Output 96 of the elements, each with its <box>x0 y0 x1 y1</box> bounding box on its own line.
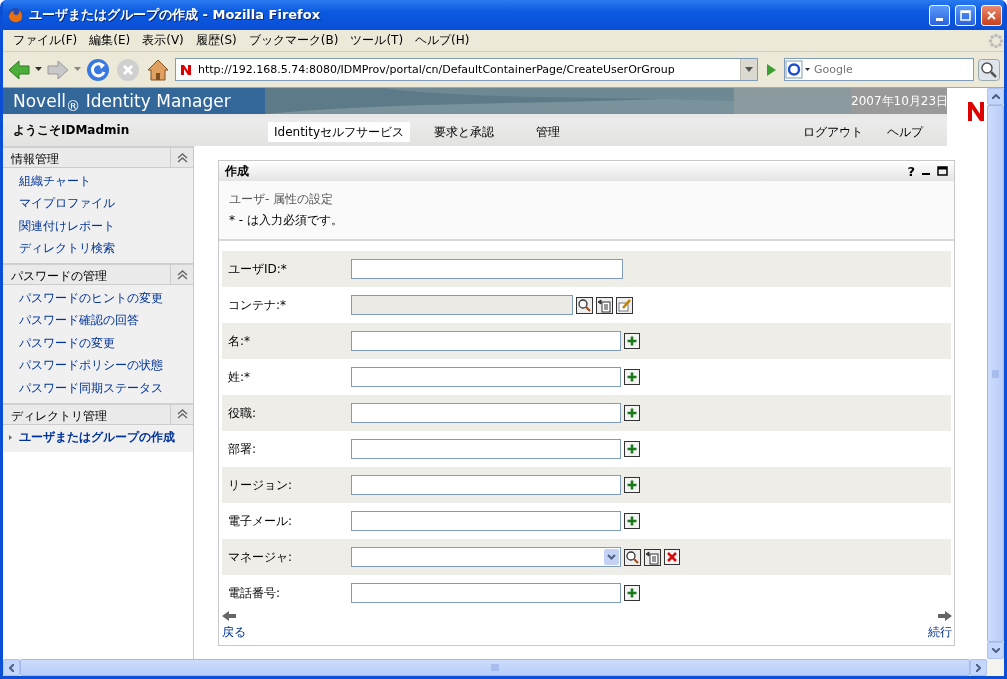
field-label: 名:* <box>228 332 252 350</box>
field-label: 役職: <box>228 404 258 422</box>
minimize-icon <box>936 17 943 21</box>
dropdown-field[interactable] <box>351 547 621 567</box>
menu-item[interactable]: ヘルプ(H) <box>409 32 476 49</box>
sidebar-link[interactable]: パスワード同期ステータス <box>3 377 193 400</box>
section-title: パスワードの管理 <box>10 268 108 284</box>
text-field[interactable] <box>351 331 621 351</box>
firefox-icon <box>7 6 24 24</box>
text-field[interactable] <box>351 511 621 531</box>
section-title: ディレクトリ管理 <box>10 407 108 424</box>
nav-tab[interactable]: Identityセルフサービス <box>268 122 410 142</box>
field-label: 姓:* <box>228 368 252 386</box>
menu-item[interactable]: ツール(T) <box>344 32 410 49</box>
add-icon[interactable] <box>624 441 640 457</box>
site-icon <box>180 63 192 76</box>
menu-item[interactable]: 表示(V) <box>136 32 190 49</box>
horizontal-scrollbar[interactable] <box>3 659 1004 676</box>
sidebar-link[interactable]: パスワードの変更 <box>3 332 193 355</box>
text-field[interactable] <box>351 367 621 387</box>
edit-icon[interactable] <box>616 296 633 314</box>
field-label: 電子メール: <box>228 512 294 530</box>
close-button[interactable] <box>981 4 1002 26</box>
menu-item[interactable]: ファイル(F) <box>7 32 84 49</box>
double-chevron-up-icon <box>176 409 188 419</box>
scroll-right-icon[interactable] <box>976 663 981 672</box>
brand-title: Novell$_{®}$ Identity Manager <box>3 88 265 114</box>
field-label: マネージャ: <box>228 548 294 566</box>
throbber-icon <box>988 32 1004 49</box>
double-chevron-up-icon <box>176 152 188 163</box>
text-field[interactable] <box>351 439 621 459</box>
search-bar[interactable]: Google <box>784 58 974 81</box>
nav-tab[interactable]: 要求と承認 <box>428 122 500 142</box>
grip-icon[interactable] <box>491 664 499 671</box>
maximize-icon <box>960 9 971 21</box>
search-icon[interactable] <box>624 548 641 566</box>
field-label: 部署: <box>228 440 258 458</box>
sidebar-link[interactable]: パスワードのヒントの変更 <box>3 287 193 310</box>
sidebar-link[interactable]: 組織チャート <box>3 170 193 193</box>
help-button[interactable]: ? <box>907 163 915 179</box>
add-icon[interactable] <box>624 477 640 493</box>
vertical-scrollbar[interactable] <box>987 88 1004 659</box>
reload-icon[interactable] <box>85 56 111 83</box>
add-icon[interactable] <box>624 333 640 349</box>
field-label: コンテナ:* <box>228 296 288 314</box>
double-chevron-up-icon <box>176 269 188 280</box>
text-field[interactable] <box>351 259 623 279</box>
arrow-right-icon <box>938 611 952 621</box>
header-link[interactable]: ログアウト <box>803 124 863 146</box>
menu-item[interactable]: 履歴(S) <box>189 32 243 49</box>
text-field[interactable] <box>351 403 621 423</box>
grip-icon[interactable] <box>992 369 999 378</box>
sidebar-link[interactable]: パスワードポリシーの状態 <box>3 354 193 377</box>
menu-item[interactable]: 編集(E) <box>83 32 137 49</box>
n-logo-icon <box>967 102 985 121</box>
add-icon[interactable] <box>624 369 640 385</box>
sidebar-link[interactable]: パスワード確認の回答 <box>3 309 193 332</box>
sidebar-link[interactable]: 関連付けレポート <box>3 215 193 238</box>
window-title: ユーザまたはグループの作成 - Mozilla Firefox <box>29 6 322 24</box>
add-icon[interactable] <box>624 405 640 421</box>
bullet-icon <box>9 435 12 441</box>
minimize-button[interactable] <box>929 4 950 26</box>
document-icon[interactable] <box>644 548 661 566</box>
menu-item[interactable]: ブックマーク(B) <box>242 32 345 49</box>
field-label: 電話番号: <box>228 584 282 602</box>
add-icon[interactable] <box>624 585 640 601</box>
add-icon[interactable] <box>624 513 640 529</box>
next-link[interactable]: 続行 <box>928 611 952 641</box>
field-label: ユーザID:* <box>228 260 288 278</box>
back-link[interactable]: 戻る <box>222 611 246 641</box>
header-link[interactable]: ヘルプ <box>887 124 923 146</box>
address-bar[interactable]: http://192.168.5.74:8080/IDMProv/portal/cn/DefaultContainerPage/CreateUserOrGroup <box>175 58 758 81</box>
sidebar-link[interactable]: マイプロファイル <box>3 192 193 215</box>
scroll-left-icon[interactable] <box>9 663 14 672</box>
welcome-text: ようこそIDMadmin <box>12 122 131 139</box>
maximize-button[interactable] <box>955 4 976 26</box>
document-icon[interactable] <box>596 296 613 314</box>
text-field[interactable] <box>351 583 621 603</box>
maximize-icon[interactable] <box>937 166 948 176</box>
panel-title: 作成 <box>225 162 250 180</box>
caret-icon[interactable] <box>35 67 42 72</box>
delete-icon[interactable] <box>664 548 680 565</box>
field-label: リージョン: <box>228 476 294 494</box>
arrow-left-icon <box>222 611 236 621</box>
scroll-down-icon[interactable] <box>991 648 1000 653</box>
required-note: * - は入力必須です。 <box>229 212 344 229</box>
close-icon <box>986 9 997 21</box>
search-icon[interactable] <box>576 296 593 314</box>
scroll-up-icon[interactable] <box>991 94 1000 99</box>
section-title: 情報管理 <box>10 151 60 167</box>
search-icon[interactable] <box>978 58 1000 81</box>
text-field[interactable] <box>351 475 621 495</box>
date-label: 2007年10月23日 <box>851 88 947 114</box>
form-heading: ユーザ- 属性の設定 <box>229 191 335 208</box>
sidebar-link[interactable]: ディレクトリ検索 <box>3 237 193 260</box>
nav-tab[interactable]: 管理 <box>530 122 566 142</box>
